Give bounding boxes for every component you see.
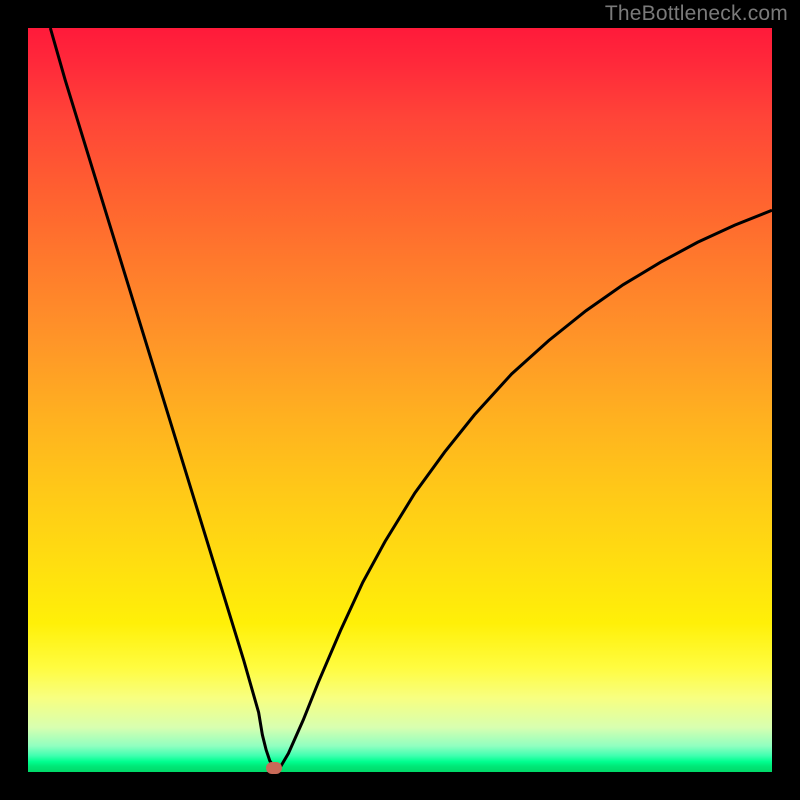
plot-area [28, 28, 772, 772]
watermark-text: TheBottleneck.com [605, 2, 788, 26]
bottleneck-curve [50, 28, 772, 768]
optimal-point-marker [266, 762, 282, 774]
curve-svg [28, 28, 772, 772]
